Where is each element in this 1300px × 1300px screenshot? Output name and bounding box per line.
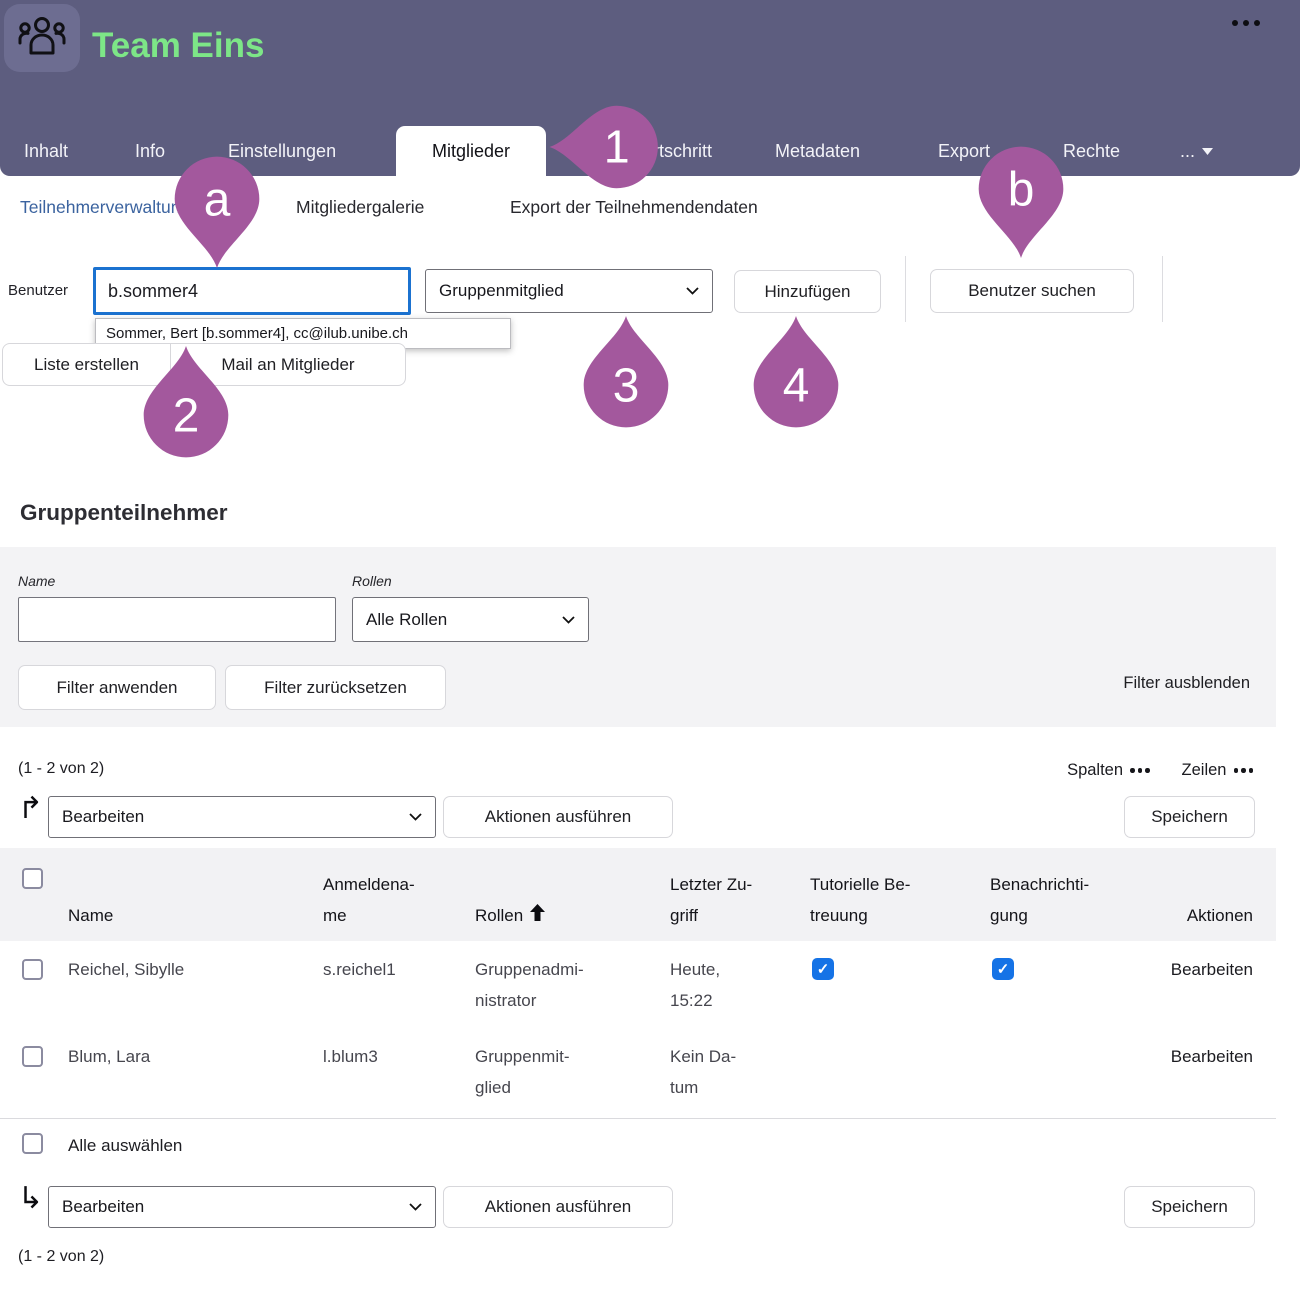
col-header-notification[interactable]: Benachrichti- gung	[990, 869, 1089, 931]
toolbar-divider	[905, 256, 906, 322]
notification-checkbox-checked[interactable]: ✓	[992, 958, 1014, 980]
bulk-action-value: Bearbeiten	[62, 807, 144, 827]
cell-name: Blum, Lara	[68, 1041, 150, 1072]
result-count-bottom: (1 - 2 von 2)	[18, 1248, 104, 1266]
page: Team Eins Inhalt Info Einstellungen Lern…	[0, 0, 1300, 1300]
filter-name-input[interactable]	[18, 597, 336, 642]
add-user-button[interactable]: Hinzufügen	[734, 270, 881, 313]
tab-metadaten[interactable]: Metadaten	[775, 126, 860, 176]
save-button-bottom[interactable]: Speichern	[1124, 1186, 1255, 1228]
col-header-actions: Aktionen	[1187, 900, 1253, 931]
svg-text:3: 3	[613, 360, 640, 413]
bulk-action-select-top[interactable]: Bearbeiten	[48, 796, 436, 838]
section-title: Gruppenteilnehmer	[20, 500, 228, 526]
search-users-button[interactable]: Benutzer suchen	[930, 269, 1134, 313]
tab-mitglieder-active[interactable]: Mitglieder	[396, 126, 546, 176]
rows-menu[interactable]: Zeilen	[1182, 761, 1253, 780]
apply-to-selection-up-arrow-icon: ↱	[18, 794, 43, 824]
toolbar-divider	[1162, 256, 1163, 322]
svg-text:b: b	[1008, 164, 1035, 217]
chevron-down-icon	[686, 287, 699, 295]
group-object-tile	[4, 4, 80, 72]
cell-last-access: Heute, 15:22	[670, 954, 720, 1016]
header-actions-ellipsis-icon[interactable]	[1232, 20, 1260, 26]
rows-menu-label: Zeilen	[1182, 761, 1227, 780]
cell-last-access: Kein Da- tum	[670, 1041, 736, 1103]
marker-pin-4: 4	[750, 316, 842, 431]
table-header: Name Anmeldena- me Rollen Letzter Zu- gr…	[0, 848, 1276, 941]
svg-text:a: a	[204, 174, 231, 227]
cell-role: Gruppenadmi- nistrator	[475, 954, 584, 1016]
ellipsis-icon	[1234, 768, 1254, 773]
col-header-roles-label: Rollen	[475, 906, 523, 925]
sort-ascending-icon	[530, 904, 545, 921]
subtab-teilnehmerverwaltung-active[interactable]: Teilnehmerverwaltung	[20, 193, 190, 221]
tab-inhalt[interactable]: Inhalt	[24, 126, 68, 176]
table-view-controls: Spalten Zeilen	[1067, 761, 1253, 780]
marker-pin-a: a	[171, 153, 263, 268]
svg-text:4: 4	[783, 360, 810, 413]
col-header-roles-sorted[interactable]: Rollen	[475, 900, 545, 931]
save-button-top[interactable]: Speichern	[1124, 796, 1255, 838]
cell-login: l.blum3	[323, 1041, 378, 1072]
cell-role: Gruppenmit- glied	[475, 1041, 569, 1103]
caret-down-icon	[1202, 148, 1213, 155]
col-header-login[interactable]: Anmeldena- me	[323, 869, 415, 931]
select-all-checkbox[interactable]	[22, 1133, 43, 1154]
filter-apply-button[interactable]: Filter anwenden	[18, 665, 216, 710]
bulk-action-select-bottom[interactable]: Bearbeiten	[48, 1186, 436, 1228]
columns-menu-label: Spalten	[1067, 761, 1123, 780]
role-select-value: Gruppenmitglied	[439, 281, 564, 301]
marker-pin-1: 1	[549, 104, 661, 190]
row-checkbox[interactable]	[22, 959, 43, 980]
chevron-down-icon	[409, 1203, 422, 1211]
apply-to-selection-down-arrow-icon: ↳	[18, 1184, 43, 1214]
table-row: Blum, Lara l.blum3 Gruppenmit- glied Kei…	[0, 1028, 1276, 1119]
subtab-mitgliedergalerie[interactable]: Mitgliedergalerie	[296, 193, 424, 221]
marker-pin-b: b	[975, 143, 1067, 258]
col-header-last-access[interactable]: Letzter Zu- griff	[670, 869, 752, 931]
col-header-tutor[interactable]: Tutorielle Be- treuung	[810, 869, 910, 931]
cell-name: Reichel, Sibylle	[68, 954, 184, 985]
filter-roles-label: Rollen	[352, 573, 392, 589]
tab-overflow[interactable]: ...	[1180, 126, 1213, 176]
col-header-name[interactable]: Name	[68, 900, 113, 931]
group-people-icon	[18, 15, 66, 62]
chevron-down-icon	[562, 616, 575, 624]
role-select[interactable]: Gruppenmitglied	[425, 269, 713, 313]
tab-info[interactable]: Info	[135, 126, 165, 176]
subtab-export-teilnehmendendaten[interactable]: Export der Teilnehmendendaten	[510, 193, 758, 221]
ellipsis-icon	[1130, 768, 1150, 773]
tab-overflow-label: ...	[1180, 126, 1195, 176]
marker-pin-2: 2	[140, 346, 232, 461]
filter-name-label: Name	[18, 573, 55, 589]
result-count-top: (1 - 2 von 2)	[18, 760, 104, 778]
row-checkbox[interactable]	[22, 1046, 43, 1067]
cell-login: s.reichel1	[323, 954, 396, 985]
execute-actions-button-bottom[interactable]: Aktionen ausführen	[443, 1186, 673, 1228]
select-all-checkbox-header[interactable]	[22, 868, 43, 889]
columns-menu[interactable]: Spalten	[1067, 761, 1149, 780]
benutzer-label: Benutzer	[8, 282, 68, 299]
marker-pin-3: 3	[580, 316, 672, 431]
bulk-action-value: Bearbeiten	[62, 1197, 144, 1217]
filter-hide-link[interactable]: Filter ausblenden	[1123, 674, 1250, 693]
table-row: Reichel, Sibylle s.reichel1 Gruppenadmi-…	[0, 941, 1276, 1029]
svg-text:1: 1	[604, 121, 630, 173]
filter-reset-button[interactable]: Filter zurücksetzen	[225, 665, 446, 710]
filter-panel: Name Rollen Alle Rollen Filter anwenden …	[0, 547, 1276, 727]
chevron-down-icon	[409, 813, 422, 821]
filter-roles-select[interactable]: Alle Rollen	[352, 597, 589, 642]
row-edit-link[interactable]: Bearbeiten	[1171, 954, 1253, 985]
filter-roles-value: Alle Rollen	[366, 610, 447, 630]
execute-actions-button-top[interactable]: Aktionen ausführen	[443, 796, 673, 838]
tab-rechte[interactable]: Rechte	[1063, 126, 1120, 176]
user-search-input[interactable]	[93, 267, 411, 315]
svg-text:2: 2	[173, 390, 200, 443]
row-edit-link[interactable]: Bearbeiten	[1171, 1041, 1253, 1072]
tutor-checkbox-checked[interactable]: ✓	[812, 958, 834, 980]
select-all-label: Alle auswählen	[68, 1136, 182, 1156]
page-title: Team Eins	[92, 26, 264, 66]
